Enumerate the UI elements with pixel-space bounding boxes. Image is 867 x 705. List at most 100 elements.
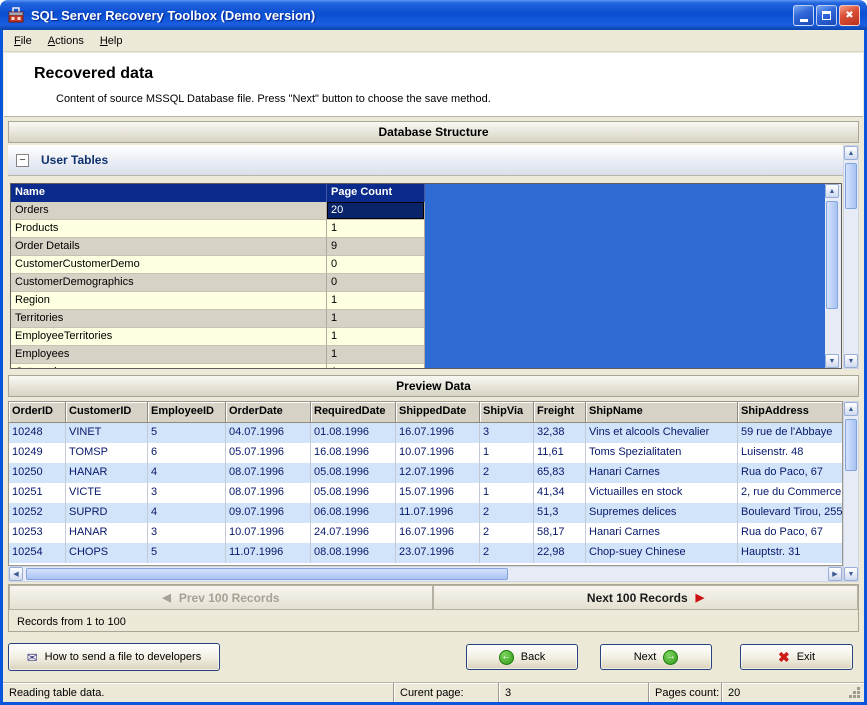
user-table-row[interactable]: EmployeeTerritories1 bbox=[11, 328, 425, 346]
preview-cell: 2, rue du Commerce bbox=[738, 483, 843, 503]
next-100-records-button[interactable]: Next 100 Records ▶ bbox=[433, 585, 858, 610]
table-name-cell[interactable]: Order Details bbox=[11, 238, 327, 256]
preview-column-header[interactable]: CustomerID bbox=[66, 402, 148, 423]
back-button[interactable]: ← Back bbox=[466, 644, 578, 670]
resize-grip[interactable] bbox=[857, 695, 860, 698]
scrollbar-thumb[interactable] bbox=[826, 201, 838, 309]
user-table-row[interactable]: Order Details9 bbox=[11, 238, 425, 256]
column-header-page-count[interactable]: Page Count bbox=[327, 184, 425, 202]
table-name-cell[interactable]: Employees bbox=[11, 346, 327, 364]
preview-cell: Luisenstr. 48 bbox=[738, 443, 843, 463]
preview-column-header[interactable]: Freight bbox=[534, 402, 586, 423]
preview-cell: CHOPS bbox=[66, 543, 148, 563]
page-count-cell[interactable]: 1 bbox=[327, 292, 425, 310]
table-name-cell[interactable]: Products bbox=[11, 220, 327, 238]
prev-100-records-button[interactable]: ◀ Prev 100 Records bbox=[9, 585, 433, 610]
preview-horizontal-scrollbar[interactable]: ◀ ▶ bbox=[8, 566, 843, 582]
user-table-row[interactable]: Employees1 bbox=[11, 346, 425, 364]
preview-cell: Hanari Carnes bbox=[586, 463, 738, 483]
exit-button[interactable]: ✖ Exit bbox=[740, 644, 853, 670]
page-count-cell[interactable]: 1 bbox=[327, 310, 425, 328]
page-count-cell[interactable]: 0 bbox=[327, 274, 425, 292]
scrollbar-thumb[interactable] bbox=[845, 163, 857, 209]
preview-cell: 22,98 bbox=[534, 543, 586, 563]
collapse-button[interactable]: − bbox=[16, 154, 29, 167]
page-count-cell[interactable]: 20 bbox=[327, 202, 425, 220]
scroll-down-icon[interactable]: ▼ bbox=[825, 354, 839, 368]
close-icon: ✖ bbox=[845, 10, 853, 21]
user-table-row[interactable]: CustomerCustomerDemo0 bbox=[11, 256, 425, 274]
scroll-right-icon[interactable]: ▶ bbox=[828, 567, 842, 581]
preview-row[interactable]: 10253HANAR310.07.199624.07.199616.07.199… bbox=[9, 523, 842, 543]
menu-actions[interactable]: Actions bbox=[40, 32, 92, 50]
table-name-cell[interactable]: Categories bbox=[11, 364, 327, 369]
preview-row[interactable]: 10248VINET504.07.199601.08.199616.07.199… bbox=[9, 423, 842, 443]
menu-file[interactable]: File bbox=[6, 32, 40, 50]
preview-cell: 16.07.1996 bbox=[396, 423, 480, 443]
scrollbar-thumb[interactable] bbox=[845, 419, 857, 471]
scroll-down-icon[interactable]: ▼ bbox=[844, 567, 858, 581]
user-table-row[interactable]: Territories1 bbox=[11, 310, 425, 328]
next-button[interactable]: Next → bbox=[600, 644, 712, 670]
preview-row[interactable]: 10254CHOPS511.07.199608.08.199623.07.199… bbox=[9, 543, 842, 563]
scroll-up-icon[interactable]: ▲ bbox=[825, 184, 839, 198]
preview-row[interactable]: 10250HANAR408.07.199605.08.199612.07.199… bbox=[9, 463, 842, 483]
scroll-down-icon[interactable]: ▼ bbox=[844, 354, 858, 368]
preview-column-header[interactable]: ShipName bbox=[586, 402, 738, 423]
preview-cell: 10249 bbox=[9, 443, 66, 463]
scroll-up-icon[interactable]: ▲ bbox=[844, 402, 858, 416]
preview-cell: 1 bbox=[480, 483, 534, 503]
preview-row[interactable]: 10251VICTE308.07.199605.08.199615.07.199… bbox=[9, 483, 842, 503]
preview-column-header[interactable]: EmployeeID bbox=[148, 402, 226, 423]
scroll-left-icon[interactable]: ◀ bbox=[9, 567, 23, 581]
preview-column-header[interactable]: OrderID bbox=[9, 402, 66, 423]
preview-cell: VINET bbox=[66, 423, 148, 443]
preview-cell: 10248 bbox=[9, 423, 66, 443]
table-name-cell[interactable]: EmployeeTerritories bbox=[11, 328, 327, 346]
titlebar[interactable]: SQL Server Recovery Toolbox (Demo versio… bbox=[0, 0, 867, 30]
minimize-button[interactable] bbox=[793, 5, 814, 26]
preview-cell: 15.07.1996 bbox=[396, 483, 480, 503]
preview-row[interactable]: 10252SUPRD409.07.199606.08.199611.07.199… bbox=[9, 503, 842, 523]
column-header-name[interactable]: Name bbox=[11, 184, 327, 202]
page-count-cell[interactable]: 0 bbox=[327, 256, 425, 274]
table-name-cell[interactable]: Orders bbox=[11, 202, 327, 220]
page-count-cell[interactable]: 9 bbox=[327, 238, 425, 256]
page-count-cell[interactable]: 1 bbox=[327, 220, 425, 238]
menu-help[interactable]: Help bbox=[92, 32, 131, 50]
user-table-row[interactable]: Region1 bbox=[11, 292, 425, 310]
preview-column-header[interactable]: RequiredDate bbox=[311, 402, 396, 423]
table-name-cell[interactable]: CustomerCustomerDemo bbox=[11, 256, 327, 274]
preview-cell: 4 bbox=[148, 503, 226, 523]
how-to-send-file-button[interactable]: ✉ How to send a file to developers bbox=[8, 643, 220, 671]
preview-cell: 10253 bbox=[9, 523, 66, 543]
preview-row[interactable]: 10249TOMSP605.07.199616.08.199610.07.199… bbox=[9, 443, 842, 463]
scroll-up-icon[interactable]: ▲ bbox=[844, 146, 858, 160]
scrollbar-thumb[interactable] bbox=[26, 568, 508, 580]
user-tables-panel-scrollbar[interactable]: ▲ ▼ bbox=[843, 145, 859, 369]
user-table-row[interactable]: CustomerDemographics0 bbox=[11, 274, 425, 292]
preview-cell: 5 bbox=[148, 423, 226, 443]
user-table-row[interactable]: Products1 bbox=[11, 220, 425, 238]
preview-cell: 10.07.1996 bbox=[396, 443, 480, 463]
page-count-cell[interactable]: 1 bbox=[327, 364, 425, 369]
close-button[interactable]: ✖ bbox=[839, 5, 860, 26]
page-count-cell[interactable]: 1 bbox=[327, 346, 425, 364]
table-name-cell[interactable]: Territories bbox=[11, 310, 327, 328]
next-label: Next bbox=[634, 651, 657, 663]
table-name-cell[interactable]: CustomerDemographics bbox=[11, 274, 327, 292]
preview-cell: 24.07.1996 bbox=[311, 523, 396, 543]
preview-column-header[interactable]: ShipVia bbox=[480, 402, 534, 423]
maximize-button[interactable] bbox=[816, 5, 837, 26]
preview-column-header[interactable]: ShippedDate bbox=[396, 402, 480, 423]
status-bar: Reading table data. Curent page: 3 Pages… bbox=[3, 682, 864, 702]
user-table-row[interactable]: Categories1 bbox=[11, 364, 425, 369]
page-count-cell[interactable]: 1 bbox=[327, 328, 425, 346]
user-tables-grid-scrollbar[interactable]: ▲ ▼ bbox=[825, 184, 841, 368]
preview-column-header[interactable]: ShipAddress bbox=[738, 402, 843, 423]
table-name-cell[interactable]: Region bbox=[11, 292, 327, 310]
user-table-row[interactable]: Orders20 bbox=[11, 202, 425, 220]
preview-cell: Hauptstr. 31 bbox=[738, 543, 843, 563]
preview-column-header[interactable]: OrderDate bbox=[226, 402, 311, 423]
preview-vertical-scrollbar[interactable]: ▲ ▼ bbox=[843, 401, 859, 582]
